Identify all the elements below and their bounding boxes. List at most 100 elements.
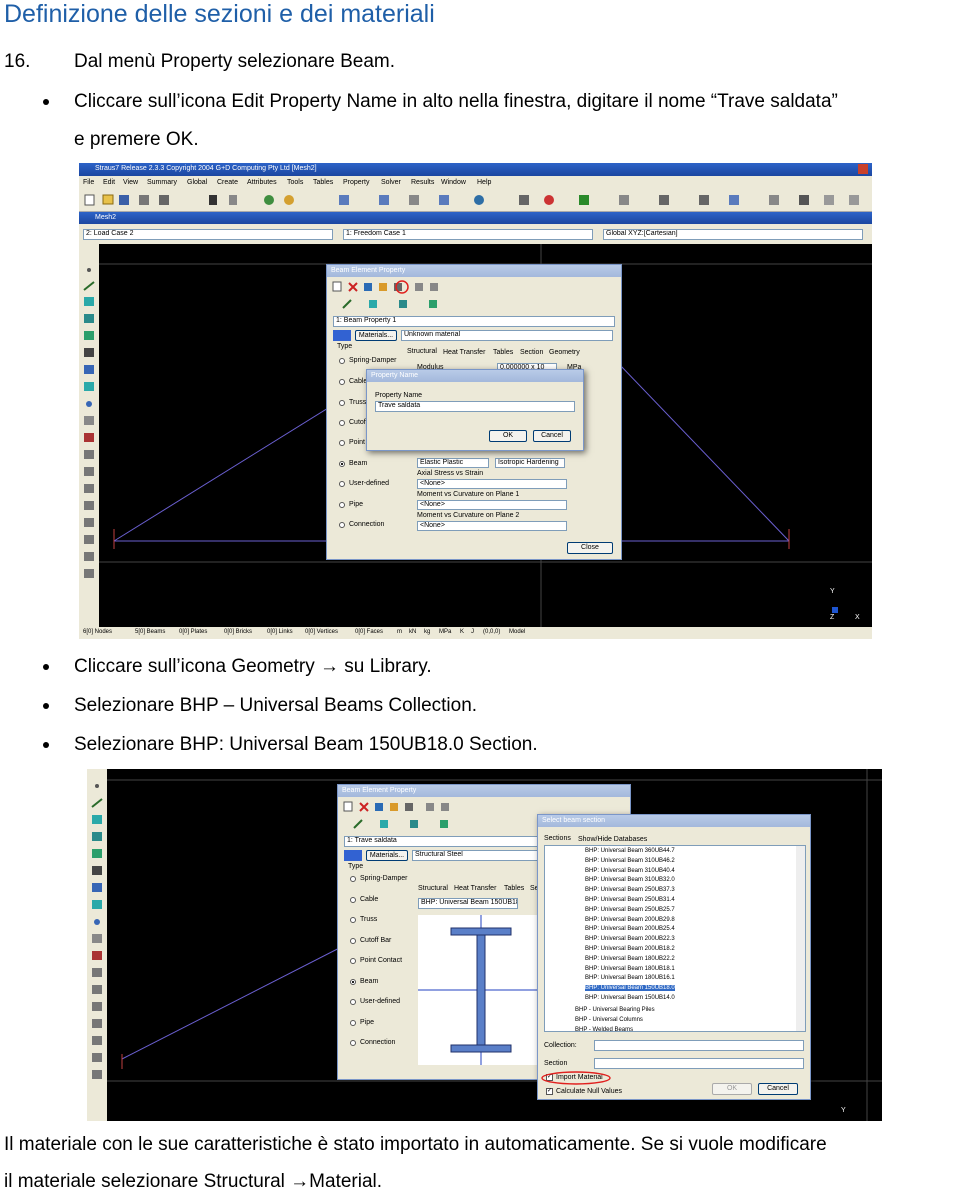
section-tree-item[interactable]: BHP: Universal Beam 250UB37.3 bbox=[585, 887, 675, 893]
axial-select[interactable]: <None> bbox=[417, 479, 567, 489]
tab-tables[interactable]: Tables bbox=[504, 885, 524, 892]
property-color-swatch[interactable] bbox=[344, 850, 362, 861]
section-tree-item[interactable]: BHP: Universal Beam 200UB29.8 bbox=[585, 917, 675, 923]
property-color-swatch[interactable] bbox=[333, 330, 351, 341]
section-tree-item[interactable]: BHP: Universal Beam 310UB32.0 bbox=[585, 877, 675, 883]
menu-edit[interactable]: Edit bbox=[103, 179, 115, 186]
radio-user-defined[interactable] bbox=[339, 481, 345, 487]
radio-cable[interactable] bbox=[350, 897, 356, 903]
section-tree-item[interactable]: BHP: Universal Beam 180UB16.1 bbox=[585, 975, 675, 981]
radio-truss[interactable] bbox=[339, 400, 345, 406]
radio-pipe[interactable] bbox=[339, 502, 345, 508]
dialog-geometry-icons[interactable] bbox=[341, 298, 471, 310]
radio-connection[interactable] bbox=[350, 1040, 356, 1046]
entity-tool-icons[interactable] bbox=[87, 769, 107, 1121]
mc2-select[interactable]: <None> bbox=[417, 521, 567, 531]
radio-pipe[interactable] bbox=[350, 1020, 356, 1026]
coordinate-system-select[interactable]: Global XYZ:[Cartesian] bbox=[603, 229, 863, 240]
materials-button[interactable]: Materials... bbox=[366, 850, 408, 861]
property-name-cancel-button[interactable]: Cancel bbox=[533, 430, 571, 442]
radio-beam-selected[interactable] bbox=[350, 979, 356, 985]
radio-truss[interactable] bbox=[350, 917, 356, 923]
radio-connection[interactable] bbox=[339, 522, 345, 528]
tab-structural[interactable]: Structural bbox=[418, 885, 448, 892]
radio-spring-damper[interactable] bbox=[350, 876, 356, 882]
section-tree-group[interactable]: BHP - Universal Bearing Piles bbox=[575, 1007, 655, 1013]
section-tree-group[interactable]: BHP - Universal Columns bbox=[575, 1017, 643, 1023]
elastic-plastic-select[interactable]: Elastic Plastic bbox=[417, 458, 489, 468]
null-values-checkbox[interactable]: ✓ bbox=[546, 1088, 553, 1095]
menu-global[interactable]: Global bbox=[187, 179, 207, 186]
menu-property[interactable]: Property bbox=[343, 179, 369, 186]
radio-spring-damper[interactable] bbox=[339, 358, 345, 364]
tab-geometry[interactable]: Geometry bbox=[549, 349, 580, 356]
dialog-toolbar[interactable] bbox=[342, 800, 472, 814]
section-tree-item[interactable]: BHP: Universal Beam 250UB31.4 bbox=[585, 897, 675, 903]
section-tree-item[interactable]: BHP: Universal Beam 250UB25.7 bbox=[585, 907, 675, 913]
freedom-case-select[interactable]: 1: Freedom Case 1 bbox=[343, 229, 593, 240]
radio-cutoff[interactable] bbox=[339, 420, 345, 426]
collection-field[interactable] bbox=[594, 1040, 804, 1051]
radio-point-contact[interactable] bbox=[350, 958, 356, 964]
section-tree-item[interactable]: BHP: Universal Beam 200UB22.3 bbox=[585, 936, 675, 942]
dialog-geometry-icons[interactable] bbox=[352, 818, 482, 830]
section-tree-item[interactable]: BHP: Universal Beam 180UB22.2 bbox=[585, 956, 675, 962]
load-case-select[interactable]: 2: Load Case 2 bbox=[83, 229, 333, 240]
menu-view[interactable]: View bbox=[123, 179, 138, 186]
tab-sections[interactable]: Sections bbox=[544, 835, 571, 842]
hardening-select[interactable]: Isotropic Hardening bbox=[495, 458, 565, 468]
dialog-toolbar[interactable] bbox=[331, 280, 461, 294]
menu-window[interactable]: Window bbox=[441, 179, 466, 186]
tab-heat-transfer[interactable]: Heat Transfer bbox=[454, 885, 496, 892]
tab-section[interactable]: Section bbox=[520, 349, 543, 356]
section-tree-item[interactable]: BHP: Universal Beam 310UB46.2 bbox=[585, 858, 675, 864]
section-tree-item[interactable]: BHP: Universal Beam 150UB14.0 bbox=[585, 995, 675, 1001]
menu-file[interactable]: File bbox=[83, 179, 94, 186]
menu-create[interactable]: Create bbox=[217, 179, 238, 186]
radio-beam-selected[interactable] bbox=[339, 461, 345, 467]
tab-heat-transfer[interactable]: Heat Transfer bbox=[443, 349, 485, 356]
menu-help[interactable]: Help bbox=[477, 179, 491, 186]
section-tree-item[interactable]: BHP: Universal Beam 200UB25.4 bbox=[585, 926, 675, 932]
radio-cable[interactable] bbox=[339, 379, 345, 385]
section-tree[interactable]: BHP: Universal Beam 360UB44.7 BHP: Univer… bbox=[544, 845, 806, 1033]
toolbar-icons[interactable] bbox=[79, 189, 872, 211]
radio-point[interactable] bbox=[339, 440, 345, 446]
section-name-field[interactable]: BHP: Universal Beam 150UB18.0 bbox=[418, 898, 518, 909]
tree-scrollbar[interactable] bbox=[796, 846, 805, 1031]
menu-results[interactable]: Results bbox=[411, 179, 434, 186]
window-close-icon[interactable] bbox=[858, 164, 868, 174]
menu-solver[interactable]: Solver bbox=[381, 179, 401, 186]
property-select[interactable]: 1: Trave saldata bbox=[344, 836, 544, 847]
menu-tools[interactable]: Tools bbox=[287, 179, 303, 186]
material-name-field[interactable]: Structural Steel bbox=[412, 850, 542, 861]
cancel-button[interactable]: Cancel bbox=[758, 1083, 798, 1095]
property-name-input[interactable]: Trave saldata bbox=[375, 401, 575, 412]
radio-cutoff-bar[interactable] bbox=[350, 938, 356, 944]
menu-tables[interactable]: Tables bbox=[313, 179, 333, 186]
ok-button[interactable]: OK bbox=[712, 1083, 752, 1095]
menu-summary[interactable]: Summary bbox=[147, 179, 177, 186]
radio-user-defined[interactable] bbox=[350, 999, 356, 1005]
type-beam: Beam bbox=[360, 978, 379, 985]
tab-structural[interactable]: Structural bbox=[407, 348, 437, 355]
section-tree-item[interactable]: BHP: Universal Beam 360UB44.7 bbox=[585, 848, 675, 854]
section-tree-item[interactable]: BHP: Universal Beam 310UB40.4 bbox=[585, 868, 675, 874]
section-tree-item[interactable]: BHP: Universal Beam 200UB18.2 bbox=[585, 946, 675, 952]
mc1-select[interactable]: <None> bbox=[417, 500, 567, 510]
tab-tables[interactable]: Tables bbox=[493, 349, 513, 356]
close-button[interactable]: Close bbox=[567, 542, 613, 554]
menu-attributes[interactable]: Attributes bbox=[247, 179, 277, 186]
section-field[interactable] bbox=[594, 1058, 804, 1069]
materials-button[interactable]: Materials... bbox=[355, 330, 397, 341]
section-tree-item[interactable]: BHP: Universal Beam 150UB18.0 bbox=[585, 985, 675, 992]
section-tree-group[interactable]: BHP - Welded Beams bbox=[575, 1027, 633, 1033]
section-tree-item[interactable]: BHP: Universal Beam 180UB18.1 bbox=[585, 966, 675, 972]
material-name-field[interactable]: Unknown material bbox=[401, 330, 613, 341]
type-pipe: Pipe bbox=[360, 1019, 375, 1026]
entity-tool-icons[interactable] bbox=[79, 244, 99, 627]
tab-show-hide-databases[interactable]: Show/Hide Databases bbox=[578, 836, 647, 843]
property-select[interactable]: 1: Beam Property 1 bbox=[333, 316, 615, 327]
property-name-ok-button[interactable]: OK bbox=[489, 430, 527, 442]
type-spring-damper: Spring-Damper bbox=[349, 357, 397, 364]
